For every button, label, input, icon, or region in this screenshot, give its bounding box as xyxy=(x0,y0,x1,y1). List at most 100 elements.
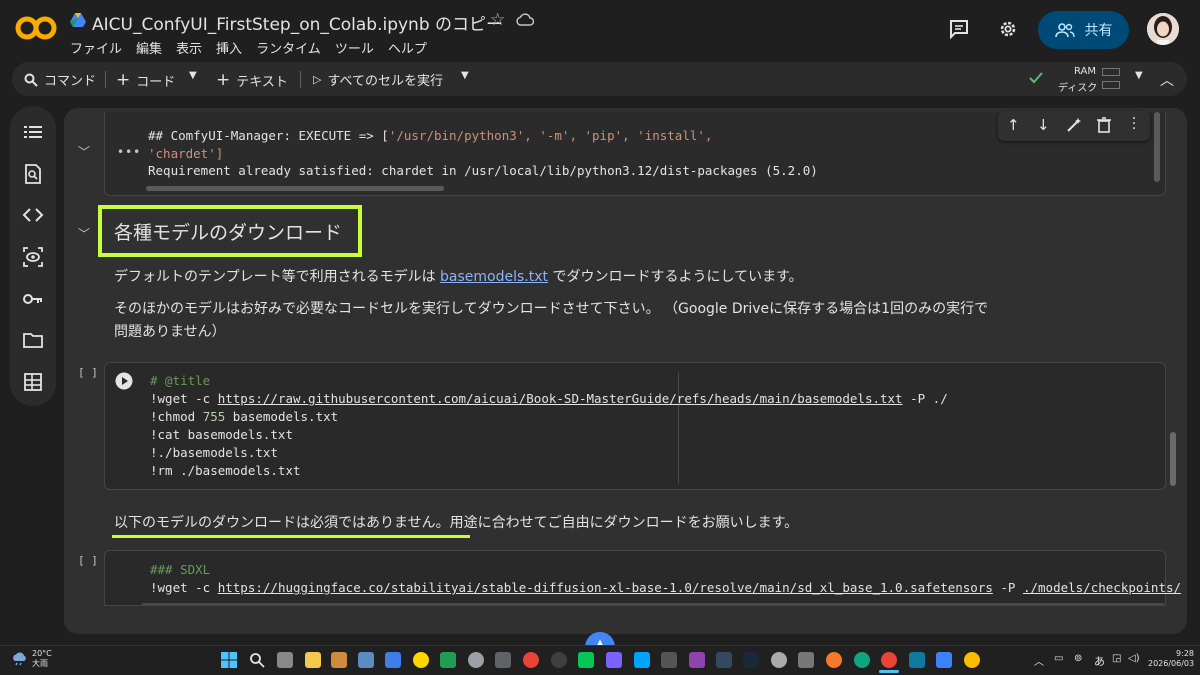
add-text-button[interactable]: + テキスト xyxy=(216,70,288,90)
chrome-active-icon[interactable] xyxy=(881,652,897,668)
share-label: 共有 xyxy=(1084,23,1113,39)
weather-widget[interactable]: 20°C 大雨 xyxy=(32,649,52,669)
move-cell-up-icon[interactable]: ↑ xyxy=(1007,116,1020,134)
toolbar-divider xyxy=(105,71,106,88)
taskbar-app-icon[interactable] xyxy=(413,652,429,668)
windows-taskbar xyxy=(0,645,1200,675)
active-app-indicator xyxy=(879,670,899,673)
taskbar-app-icon[interactable] xyxy=(854,652,870,668)
tray-app-icon[interactable]: ⊚ xyxy=(1074,653,1082,664)
notebook-scrollbar[interactable] xyxy=(1170,432,1176,486)
delete-cell-icon[interactable] xyxy=(1097,117,1111,133)
taskbar-app-icon[interactable] xyxy=(551,652,567,668)
chrome-icon[interactable] xyxy=(523,652,539,668)
colab-logo[interactable] xyxy=(14,10,58,46)
checkpoints-path-link[interactable]: ./models/checkpoints/ xyxy=(1023,580,1181,595)
collapse-section-chevron-icon[interactable]: ﹀ xyxy=(78,225,90,242)
excel-icon[interactable] xyxy=(440,652,456,668)
variables-inspector-icon[interactable] xyxy=(22,246,44,268)
files-folder-icon[interactable] xyxy=(22,329,44,351)
run-all-button[interactable]: ▷ すべてのセルを実行 xyxy=(313,70,443,89)
menu-view[interactable]: 表示 xyxy=(176,38,202,57)
toolbar-divider xyxy=(300,71,301,88)
menu-edit[interactable]: 編集 xyxy=(136,38,162,57)
network-icon[interactable]: ◲ xyxy=(1112,653,1121,664)
taskbar-search-icon[interactable] xyxy=(249,652,265,668)
output-vertical-scrollbar[interactable] xyxy=(1154,112,1160,182)
code-snippets-icon[interactable] xyxy=(22,204,44,226)
cloud-saved-icon[interactable] xyxy=(516,13,534,27)
taskbar-app-icon[interactable] xyxy=(798,652,814,668)
add-code-label: コード xyxy=(136,74,176,90)
collapse-output-chevron-icon[interactable]: ﹀ xyxy=(78,143,90,160)
basemodels-url-link[interactable]: https://raw.githubusercontent.com/aicuai… xyxy=(218,391,903,406)
move-cell-down-icon[interactable]: ↓ xyxy=(1037,116,1050,134)
horizontal-scrollbar[interactable] xyxy=(146,186,444,191)
clock[interactable]: 9:28 2026/06/03 xyxy=(1148,649,1194,669)
code-cell-sdxl[interactable] xyxy=(104,550,1166,606)
user-avatar[interactable] xyxy=(1147,13,1179,45)
weather-desc: 大雨 xyxy=(32,659,48,668)
taskbar-app-icon[interactable] xyxy=(634,652,650,668)
star-icon[interactable]: ☆ xyxy=(490,10,505,30)
notebook-title[interactable]: AICU_ConfyUI_FirstStep_on_Colab.ipynb のコ… xyxy=(92,10,503,35)
settings-app-icon[interactable] xyxy=(468,652,484,668)
section-heading-text: 各種モデルのダウンロード xyxy=(114,221,343,244)
table-of-contents-icon[interactable] xyxy=(22,121,44,143)
find-replace-icon[interactable] xyxy=(22,163,44,185)
more-vert-icon[interactable]: · · · xyxy=(1131,112,1137,136)
menu-file[interactable]: ファイル xyxy=(70,38,122,57)
sdxl-url-link[interactable]: https://huggingface.co/stabilityai/stabl… xyxy=(218,580,993,595)
taskbar-app-icon[interactable] xyxy=(358,652,374,668)
steam-icon[interactable] xyxy=(743,652,759,668)
weather-rain-icon[interactable] xyxy=(11,652,29,666)
volume-icon[interactable]: ◁) xyxy=(1128,653,1140,664)
line-app-icon[interactable] xyxy=(578,652,594,668)
collapse-toolbar-icon[interactable]: ︿ xyxy=(1160,70,1174,90)
ram-label: RAM xyxy=(1074,66,1097,77)
tray-chevron-icon[interactable]: ︿ xyxy=(1034,653,1044,668)
code-dropdown-icon[interactable]: ▼ xyxy=(189,70,197,81)
output-line-1: ## ComfyUI-Manager: EXECUTE => ['/usr/bi… xyxy=(148,128,713,143)
comment-icon[interactable] xyxy=(948,18,970,40)
menu-help[interactable]: ヘルプ xyxy=(388,38,427,57)
taskbar-app-icon[interactable] xyxy=(331,652,347,668)
data-table-icon[interactable] xyxy=(22,371,44,393)
edit-magic-icon[interactable] xyxy=(1066,117,1082,133)
taskbar-app-icon[interactable] xyxy=(909,652,925,668)
markdown-paragraph-1: デフォルトのテンプレート等で利用されるモデルは basemodels.txt で… xyxy=(114,269,803,285)
taskbar-app-icon[interactable] xyxy=(716,652,732,668)
task-view-icon[interactable] xyxy=(277,652,293,668)
output-more-icon[interactable]: ••• xyxy=(117,145,141,159)
taskbar-app-icon[interactable] xyxy=(771,652,787,668)
run-all-dropdown-icon[interactable]: ▼ xyxy=(461,70,469,81)
menu-insert[interactable]: 挿入 xyxy=(216,38,242,57)
google-drive-icon xyxy=(70,13,86,27)
taskbar-app-icon[interactable] xyxy=(385,652,401,668)
taskbar-app-icon[interactable] xyxy=(689,652,705,668)
command-palette-button[interactable]: コマンド xyxy=(24,70,96,89)
markdown-paragraph-2-line-1: そのほかのモデルはお好みで必要なコードセルを実行してダウンロードさせて下さい。 … xyxy=(114,301,989,317)
taskbar-app-icon[interactable] xyxy=(495,652,511,668)
chrome-profile-icon[interactable] xyxy=(964,652,980,668)
disk-meter xyxy=(1102,81,1120,89)
blender-icon[interactable] xyxy=(826,652,842,668)
runtime-dropdown-icon[interactable]: ▼ xyxy=(1135,70,1143,81)
ime-indicator[interactable]: あ xyxy=(1094,653,1105,669)
run-cell-button[interactable] xyxy=(115,372,133,390)
taskbar-app-icon[interactable] xyxy=(606,652,622,668)
resources-indicator[interactable]: RAM ディスク xyxy=(1058,64,1122,94)
secrets-key-icon[interactable] xyxy=(22,288,44,310)
windows-start-icon[interactable] xyxy=(221,652,237,668)
taskbar-app-icon[interactable] xyxy=(661,652,677,668)
file-explorer-icon[interactable] xyxy=(305,652,321,668)
settings-gear-icon[interactable] xyxy=(997,18,1019,40)
menu-tools[interactable]: ツール xyxy=(335,38,374,57)
menu-bar: ファイル 編集 表示 挿入 ランタイム ツール ヘルプ xyxy=(70,38,427,57)
tray-app-icon[interactable]: ▭ xyxy=(1054,653,1063,664)
share-button[interactable]: 共有 xyxy=(1038,11,1129,49)
add-code-button[interactable]: + コード xyxy=(116,70,175,90)
basemodels-link[interactable]: basemodels.txt xyxy=(440,269,548,285)
taskbar-app-icon[interactable] xyxy=(936,652,952,668)
menu-runtime[interactable]: ランタイム xyxy=(256,38,321,57)
